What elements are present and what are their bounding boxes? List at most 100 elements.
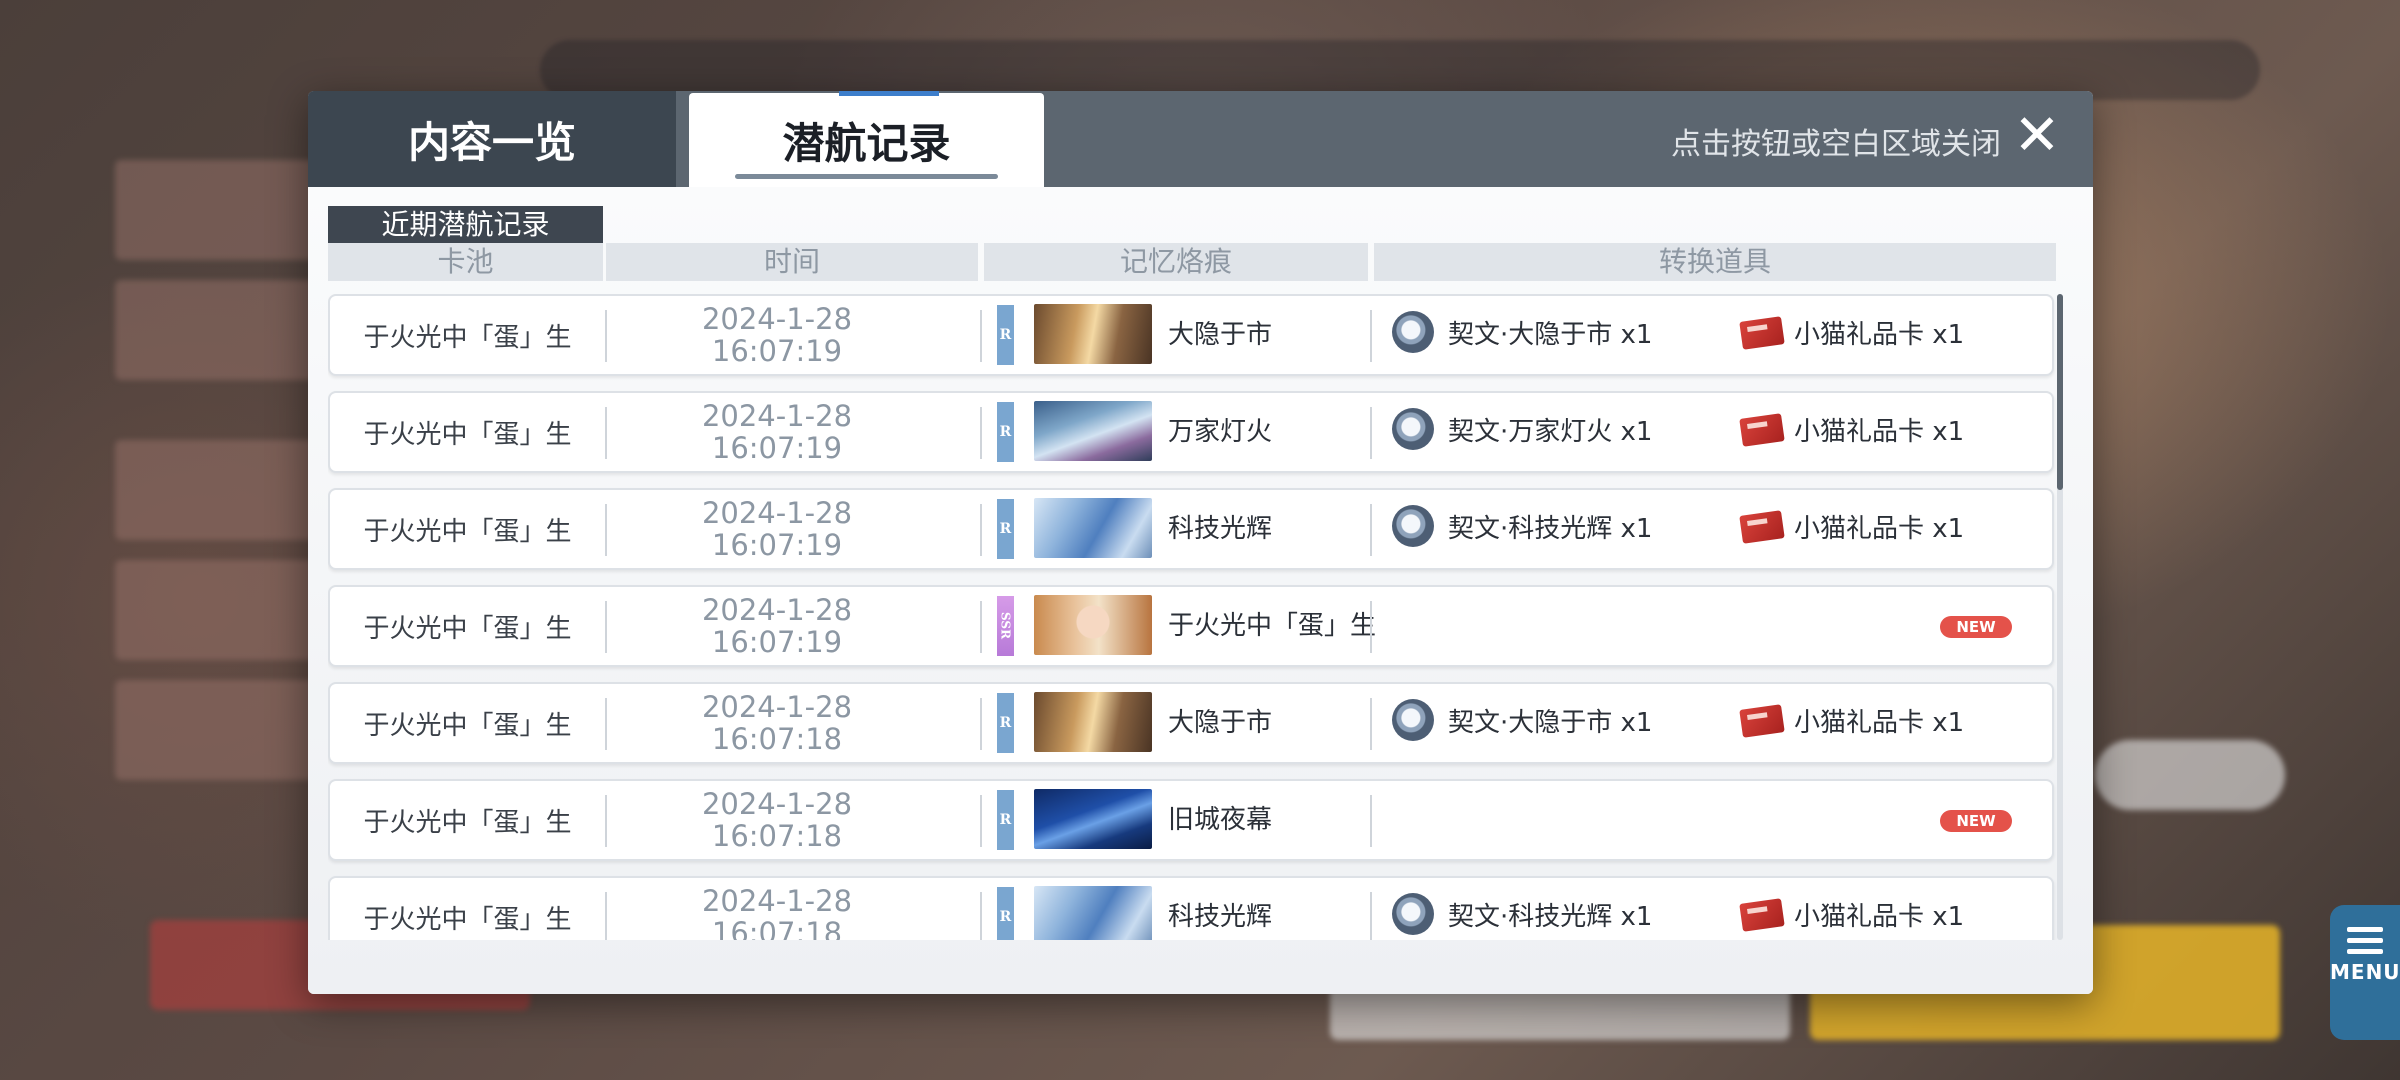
rarity-badge: R [997,305,1014,365]
memory-name: 旧城夜幕 [1168,805,1273,835]
record-time: 2024-1-28 16:07:18 [607,783,947,857]
menu-label: MENU [2330,960,2400,984]
record-date: 2024-1-28 [701,787,853,821]
memory-thumbnail [1034,498,1152,558]
converted-item: 契文·万家灯火 x1 [1448,417,1653,447]
close-icon[interactable]: ✕ [2011,108,2063,164]
menu-button[interactable]: MENU [2330,905,2400,1040]
record-date: 2024-1-28 [701,593,853,627]
column-divider [980,601,982,653]
contract-icon [1392,893,1434,935]
column-divider [1370,892,1372,940]
record-date: 2024-1-28 [701,884,853,918]
record-time: 2024-1-28 16:07:18 [607,880,947,940]
pool-name: 于火光中「蛋」生 [363,613,572,644]
contract-icon [1392,311,1434,353]
gift-card-icon [1739,898,1785,932]
converted-item: 小猫礼品卡 x1 [1794,514,1965,544]
background-banner [115,560,315,660]
new-badge: NEW [1940,616,2012,638]
record-time: 2024-1-28 16:07:19 [607,298,947,372]
table-row[interactable]: 于火光中「蛋」生 2024-1-28 16:07:19 R 科技光辉 契文·科技光辉… [328,488,2054,570]
memory-thumbnail [1034,789,1152,849]
table-row[interactable]: 于火光中「蛋」生 2024-1-28 16:07:19 R 万家灯火 契文·万家灯火… [328,391,2054,473]
contract-icon [1392,505,1434,547]
tab-label: 内容一览 [407,117,576,167]
memory-name: 科技光辉 [1168,514,1273,544]
record-date: 2024-1-28 [701,399,853,433]
records-list[interactable]: 于火光中「蛋」生 2024-1-28 16:07:19 R 大隐于市 契文·大隐于市… [328,294,2063,940]
contract-icon [1392,699,1434,741]
record-clock: 16:07:19 [711,334,843,368]
record-date: 2024-1-28 [701,302,853,336]
pool-name: 于火光中「蛋」生 [363,904,572,935]
converted-item: 小猫礼品卡 x1 [1794,708,1965,738]
record-date: 2024-1-28 [701,496,853,530]
column-divider [1370,407,1372,459]
memory-name: 大隐于市 [1168,708,1273,738]
pool-name: 于火光中「蛋」生 [363,710,572,741]
memory-name: 万家灯火 [1168,417,1273,447]
pool-name: 于火光中「蛋」生 [363,419,572,450]
table-row[interactable]: 于火光中「蛋」生 2024-1-28 16:07:19 R 大隐于市 契文·大隐于市… [328,294,2054,376]
converted-item: 契文·科技光辉 x1 [1448,902,1653,932]
dialog-header: 内容一览 潜航记录 点击按钮或空白区域关闭 ✕ [308,91,2093,187]
gift-card-icon [1739,316,1785,350]
column-divider [1370,795,1372,847]
table-row[interactable]: 于火光中「蛋」生 2024-1-28 16:07:18 R 旧城夜幕 NEW [328,779,2054,861]
column-divider [1370,601,1372,653]
rarity-badge: R [997,499,1014,559]
column-divider [1370,698,1372,750]
new-badge: NEW [1940,810,2012,832]
column-divider [980,795,982,847]
memory-thumbnail [1034,595,1152,655]
record-clock: 16:07:18 [711,819,843,853]
pool-name: 于火光中「蛋」生 [363,807,572,838]
column-header-items: 转换道具 [1374,243,2056,281]
record-clock: 16:07:19 [711,528,843,562]
scrollbar-thumb[interactable] [2057,294,2063,490]
menu-icon [2347,927,2383,954]
table-row[interactable]: 于火光中「蛋」生 2024-1-28 16:07:18 R 科技光辉 契文·科技光辉… [328,876,2054,940]
background-banner [115,680,315,780]
record-time: 2024-1-28 16:07:18 [607,686,947,760]
active-tab-underline [735,174,998,179]
column-divider [980,504,982,556]
memory-thumbnail [1034,886,1152,940]
table-row[interactable]: 于火光中「蛋」生 2024-1-28 16:07:18 R 大隐于市 契文·大隐于市… [328,682,2054,764]
memory-thumbnail [1034,401,1152,461]
rarity-badge: SSR [997,596,1014,656]
column-divider [980,310,982,362]
column-header-pool: 卡池 [328,243,603,281]
gift-card-icon [1739,704,1785,738]
converted-item: 契文·科技光辉 x1 [1448,514,1653,544]
rarity-badge: R [997,790,1014,850]
pool-name: 于火光中「蛋」生 [363,516,572,547]
memory-thumbnail [1034,692,1152,752]
memory-name: 科技光辉 [1168,902,1273,932]
record-time: 2024-1-28 16:07:19 [607,589,947,663]
gift-card-icon [1739,510,1785,544]
memory-name: 大隐于市 [1168,320,1273,350]
column-header-time: 时间 [606,243,978,281]
pool-name: 于火光中「蛋」生 [363,322,572,353]
column-divider [1370,504,1372,556]
scrollbar[interactable] [2057,294,2063,940]
record-time: 2024-1-28 16:07:19 [607,395,947,469]
active-tab-indicator [839,91,939,96]
tab-content-overview[interactable]: 内容一览 [308,91,676,187]
section-title: 近期潜航记录 [328,206,603,244]
rarity-badge: R [997,887,1014,940]
table-row[interactable]: 于火光中「蛋」生 2024-1-28 16:07:19 SSR 于火光中「蛋」生 N… [328,585,2054,667]
gift-card-icon [1739,413,1785,447]
column-divider [980,407,982,459]
memory-thumbnail [1034,304,1152,364]
converted-item: 契文·大隐于市 x1 [1448,708,1653,738]
tab-label: 潜航记录 [782,118,951,168]
tab-dive-records[interactable]: 潜航记录 [689,91,1044,187]
column-divider [980,892,982,940]
record-clock: 16:07:18 [711,916,843,940]
record-clock: 16:07:19 [711,431,843,465]
column-divider [1370,310,1372,362]
rarity-badge: R [997,693,1014,753]
